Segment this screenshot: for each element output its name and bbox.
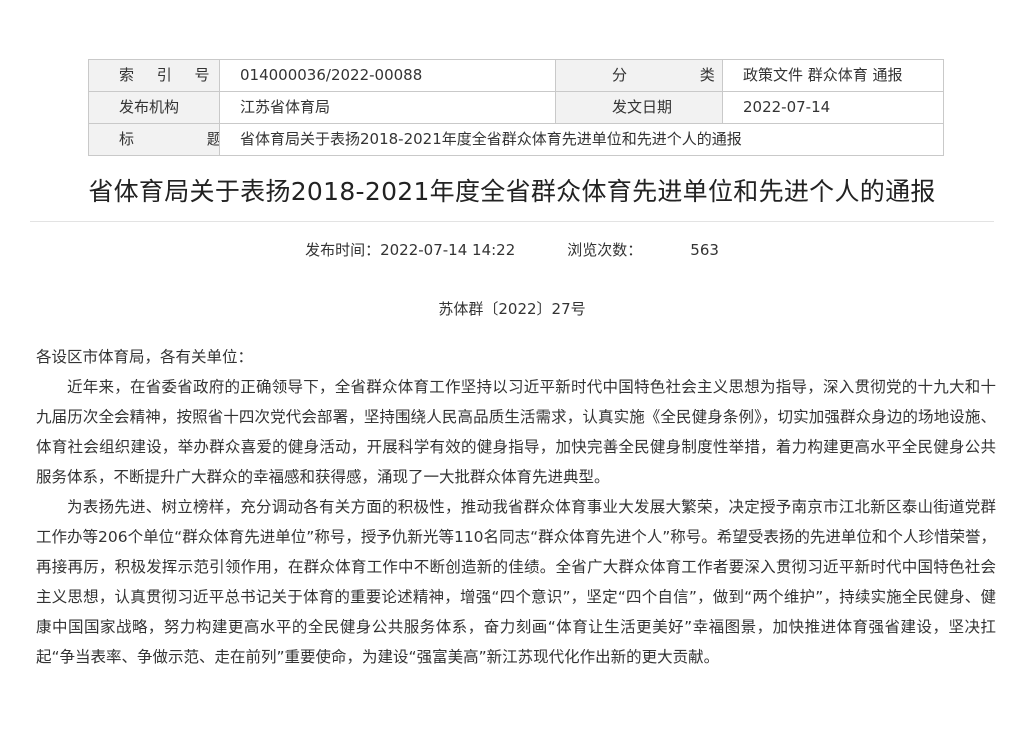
index-number-label: 索 引 号 (88, 59, 220, 92)
metadata-row-subject: 标 题 省体育局关于表扬2018-2021年度全省群众体育先进单位和先进个人的通… (88, 123, 944, 156)
publish-info: 发布时间：2022-07-14 14:22 浏览次数： 563 (0, 239, 1024, 260)
article-body: 各设区市体育局，各有关单位： 近年来，在省委省政府的正确领导下，全省群众体育工作… (36, 342, 996, 672)
index-number-value: 014000036/2022-00088 (219, 59, 556, 92)
issue-date-label: 发文日期 (555, 91, 723, 124)
body-paragraph-2: 为表扬先进、树立榜样，充分调动各有关方面的积极性，推动我省群众体育事业大发展大繁… (36, 498, 996, 666)
issue-date-value: 2022-07-14 (722, 91, 944, 124)
metadata-row-index: 索 引 号 014000036/2022-00088 分 类 政策文件 群众体育… (88, 59, 944, 92)
view-count-value: 563 (690, 241, 719, 259)
category-value: 政策文件 群众体育 通报 (722, 59, 944, 92)
publish-time-value: 2022-07-14 14:22 (380, 241, 516, 259)
view-count-label: 浏览次数： (567, 241, 643, 259)
subject-value: 省体育局关于表扬2018-2021年度全省群众体育先进单位和先进个人的通报 (219, 123, 944, 156)
body-paragraph-1: 近年来，在省委省政府的正确领导下，全省群众体育工作坚持以习近平新时代中国特色社会… (36, 378, 996, 486)
publish-time-label: 发布时间： (305, 241, 381, 259)
article-title: 省体育局关于表扬2018-2021年度全省群众体育先进单位和先进个人的通报 (88, 177, 936, 206)
document-metadata-table: 索 引 号 014000036/2022-00088 分 类 政策文件 群众体育… (88, 59, 944, 156)
category-label: 分 类 (555, 59, 723, 92)
subject-label: 标 题 (88, 123, 220, 156)
document-number: 苏体群〔2022〕27号 (438, 300, 586, 318)
metadata-row-issuer: 发布机构 江苏省体育局 发文日期 2022-07-14 (88, 91, 944, 124)
issuer-value: 江苏省体育局 (219, 91, 556, 124)
salutation: 各设区市体育局，各有关单位： (36, 348, 254, 366)
title-divider (30, 221, 994, 222)
issuer-label: 发布机构 (88, 91, 220, 124)
